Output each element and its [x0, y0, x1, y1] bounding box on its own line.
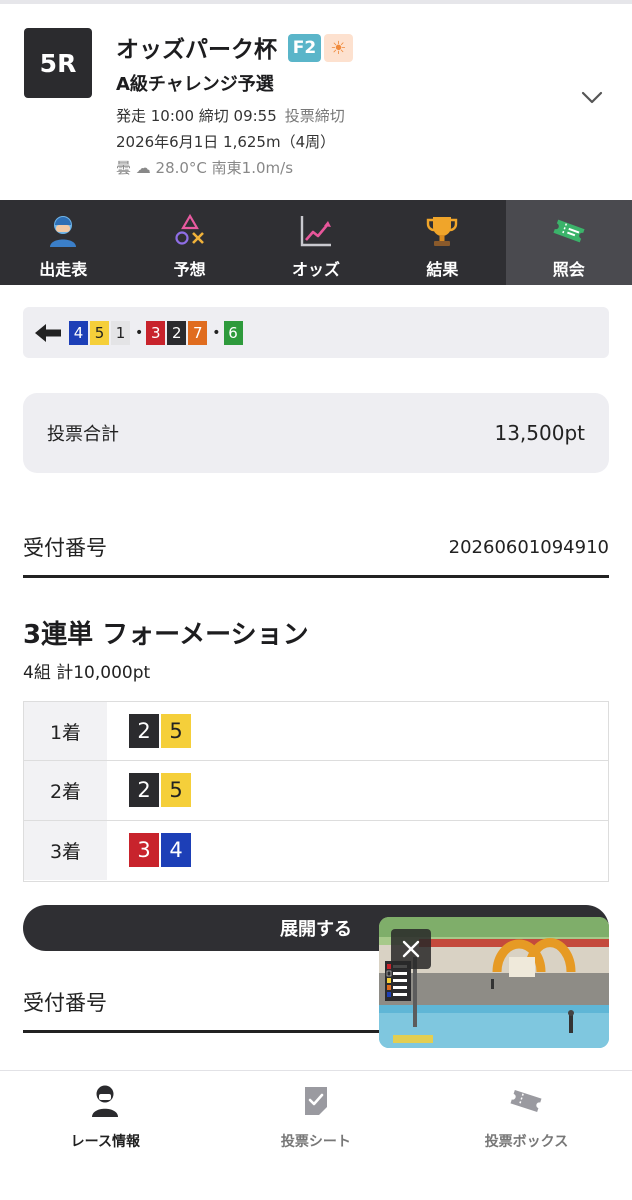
vote-total-value: 13,500pt: [494, 421, 585, 445]
bike-number-chip: 2: [129, 773, 159, 808]
table-row: 3着 3 4: [24, 820, 608, 880]
line-formation-strip: 4 5 1 • 3 2 7 • 6: [23, 307, 609, 358]
bike-number-chip: 5: [161, 773, 191, 808]
line-chip: 3: [146, 320, 166, 345]
vote-box-icon: [508, 1083, 544, 1119]
tab-entries-label: 出走表: [39, 260, 88, 279]
position-chips: 3 4: [107, 821, 193, 880]
odds-chart-icon: [298, 213, 334, 249]
tab-prediction[interactable]: 予想: [126, 200, 252, 285]
grade-badge: F2: [288, 34, 321, 62]
position-chips: 2 5: [107, 761, 193, 819]
receipt-label: 受付番号: [23, 536, 107, 560]
line-separator: •: [135, 324, 144, 341]
receipt-number: 20260601094910: [448, 536, 609, 558]
line-separator: •: [212, 324, 221, 341]
tab-prediction-label: 予想: [173, 260, 206, 279]
race-header: 5R オッズパーク杯 F2 ☀ A級チャレンジ予選 発走 10:00 締切 09…: [0, 4, 632, 200]
race-number-badge: 5R: [24, 28, 92, 98]
race-subtitle: A級チャレンジ予選: [116, 74, 274, 95]
line-chip: 7: [188, 320, 208, 345]
bike-number-chip: 3: [129, 833, 159, 868]
race-date-distance: 2026年6月1日 1,625m（4周）: [116, 133, 336, 151]
vote-total-card: 投票合計 13,500pt: [23, 393, 609, 473]
race-name: オッズパーク杯: [116, 37, 277, 63]
tab-results-label: 結果: [426, 260, 459, 279]
position-label: 2着: [24, 761, 107, 820]
bottom-tab-vote-box[interactable]: 投票ボックス: [421, 1071, 632, 1200]
receipt-row: 受付番号 20260601094910: [23, 532, 609, 562]
player-icon: [45, 213, 81, 249]
race-tabs: 出走表 予想 オッズ 結果 照会: [0, 200, 632, 285]
tab-odds[interactable]: オッズ: [253, 200, 379, 285]
bottom-tab-label: 投票ボックス: [484, 1134, 569, 1150]
bottom-tab-vote-sheet[interactable]: 投票シート: [211, 1071, 422, 1200]
bike-number-chip: 2: [129, 714, 159, 749]
table-row: 1着 2 5: [24, 702, 608, 762]
tab-inquiry-label: 照会: [552, 260, 585, 279]
line-chip: 4: [69, 320, 88, 345]
tab-odds-label: オッズ: [291, 260, 340, 279]
formation-table: 1着 2 5 2着 2 5 3着 3 4: [23, 701, 609, 882]
bottom-nav: レース情報 投票シート 投票ボックス: [0, 1070, 632, 1200]
close-icon[interactable]: [391, 929, 431, 969]
live-video-player[interactable]: [379, 917, 609, 1048]
tab-entries[interactable]: 出走表: [0, 200, 126, 285]
position-label: 3着: [24, 820, 107, 880]
tab-results[interactable]: 結果: [379, 200, 505, 285]
sun-icon: ☀: [324, 34, 353, 62]
bottom-tab-label: 投票シート: [280, 1134, 351, 1150]
line-chip: 1: [111, 320, 130, 345]
ticket-icon: [551, 213, 587, 249]
line-chip: 6: [223, 320, 243, 345]
trophy-icon: [424, 213, 460, 249]
bet-type-title: 3連単 フォーメーション: [23, 620, 309, 650]
vote-total-label: 投票合計: [47, 424, 119, 445]
position-label: 1着: [24, 702, 107, 761]
race-schedule: 発走 10:00 締切 09:55 投票締切: [116, 105, 345, 126]
tab-inquiry[interactable]: 照会: [505, 200, 632, 285]
table-row: 2着 2 5: [24, 761, 608, 821]
vote-status: 投票締切: [284, 107, 345, 125]
bet-summary: 4組 計10,000pt: [23, 663, 151, 683]
section-divider: [23, 575, 609, 578]
line-chip: 2: [167, 320, 187, 345]
weather-info: 曇 ☁ 28.0°C 南東1.0m/s: [116, 159, 294, 177]
vote-sheet-icon: [298, 1083, 334, 1119]
schedule-text: 発走 10:00 締切 09:55: [116, 107, 277, 125]
line-chip: 5: [90, 320, 109, 345]
position-chips: 2 5: [107, 702, 193, 760]
chevron-down-icon[interactable]: [580, 86, 604, 110]
bike-number-chip: 5: [161, 714, 191, 749]
direction-arrow-icon: [35, 323, 61, 342]
bike-number-chip: 4: [161, 833, 191, 868]
prediction-icon: [172, 213, 208, 249]
bottom-tab-label: レース情報: [70, 1134, 140, 1150]
race-info-icon: [87, 1083, 123, 1119]
bottom-tab-race-info[interactable]: レース情報: [0, 1071, 211, 1200]
receipt-label: 受付番号: [23, 991, 107, 1015]
